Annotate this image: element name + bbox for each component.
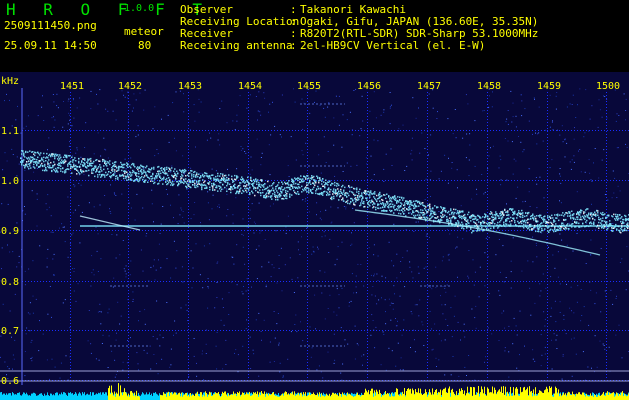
x-tick-label: 1459 bbox=[537, 81, 561, 92]
x-tick-label: 1451 bbox=[60, 81, 84, 92]
x-tick-label: 1458 bbox=[477, 81, 501, 92]
x-tick-label: 1452 bbox=[118, 81, 142, 92]
antenna-value: 2el-HB9CV Vertical (el. E-W) bbox=[300, 39, 486, 52]
header-panel: H R O F F T 1.0.0 2509111450.png meteor … bbox=[0, 0, 629, 72]
timestamp: 25.09.11 14:50 bbox=[4, 39, 97, 52]
spectrogram-background bbox=[0, 72, 629, 400]
mode-label: meteor bbox=[124, 25, 164, 38]
antenna-label: Receiving antenna bbox=[180, 39, 293, 52]
x-tick-label: 1453 bbox=[178, 81, 202, 92]
x-tick-label: 1500 bbox=[596, 81, 620, 92]
spectrogram: kHz 1.1 1.0 0.9 0.8 0.7 0.6 1451 1452 1453 1454 145… bbox=[0, 72, 629, 400]
y-tick-label: 1.1 bbox=[1, 126, 19, 137]
x-tick-label: 1455 bbox=[297, 81, 321, 92]
y-tick-label: 0.6 bbox=[1, 376, 19, 387]
y-tick-label: 0.7 bbox=[1, 326, 19, 337]
y-tick-label: 0.8 bbox=[1, 277, 19, 288]
antenna-colon: : bbox=[290, 39, 297, 52]
file-name: 2509111450.png bbox=[4, 19, 97, 32]
y-axis-unit: kHz bbox=[1, 76, 19, 87]
app-version: 1.0.0 bbox=[124, 3, 155, 14]
y-tick-label: 0.9 bbox=[1, 226, 19, 237]
detection-count: 80 bbox=[138, 39, 152, 52]
x-tick-label: 1456 bbox=[357, 81, 381, 92]
x-tick-label: 1454 bbox=[238, 81, 262, 92]
y-tick-label: 1.0 bbox=[1, 176, 19, 187]
x-tick-label: 1457 bbox=[417, 81, 441, 92]
